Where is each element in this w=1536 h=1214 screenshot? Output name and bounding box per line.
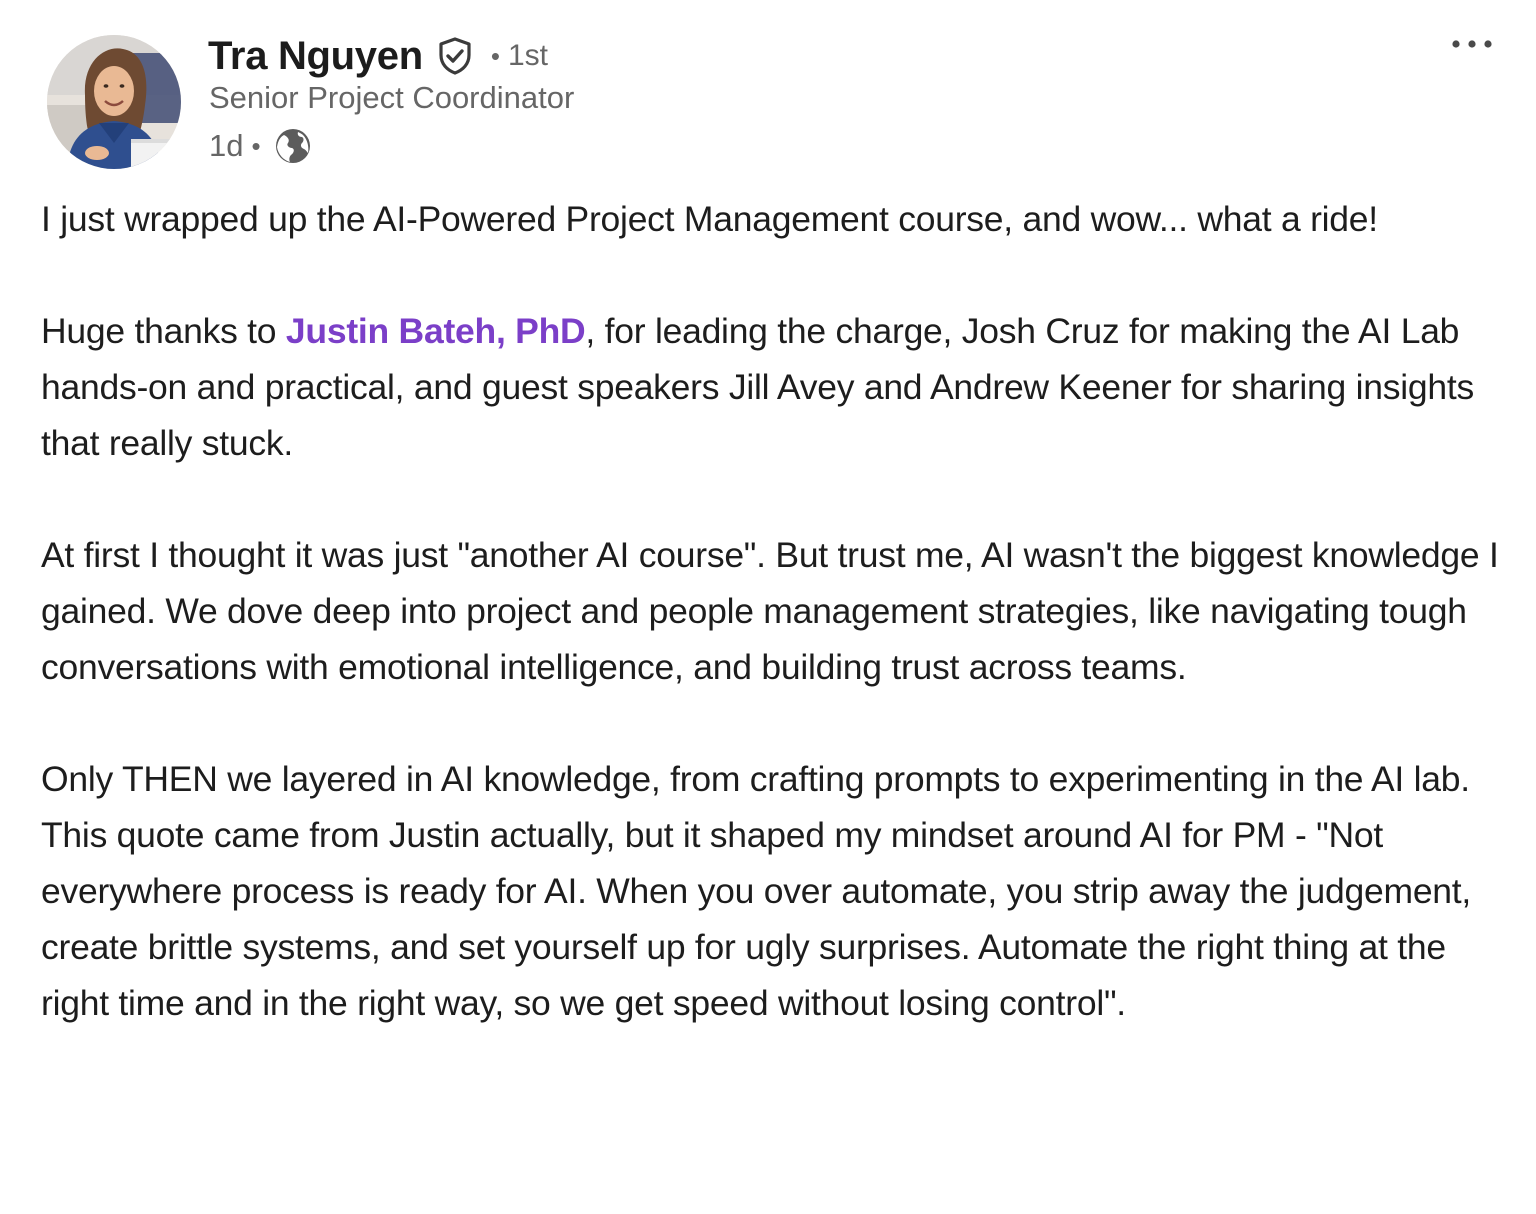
- verified-shield-icon: [435, 36, 475, 76]
- post-paragraph-4: Only THEN we layered in AI knowledge, fr…: [41, 759, 1472, 1023]
- ellipsis-icon: [1452, 40, 1492, 48]
- globe-icon: [273, 126, 313, 166]
- author-name[interactable]: Tra Nguyen: [208, 34, 423, 79]
- meta-separator: •: [251, 130, 261, 161]
- mention-link[interactable]: Justin Bateh, PhD: [286, 311, 586, 351]
- post-paragraph-1: I just wrapped up the AI-Powered Project…: [41, 199, 1378, 239]
- more-options-button[interactable]: [1444, 26, 1500, 62]
- connection-degree: 1st: [507, 39, 548, 72]
- post-body: I just wrapped up the AI-Powered Project…: [41, 191, 1511, 1031]
- paragraph-2-intro: Huge thanks to: [41, 311, 286, 351]
- post-paragraph-2: Huge thanks to Justin Bateh, PhD, for le…: [41, 303, 1511, 471]
- author-headline: Senior Project Coordinator: [209, 80, 575, 115]
- post-timestamp: 1d: [209, 128, 244, 163]
- author-avatar[interactable]: [47, 35, 181, 169]
- degree-separator: •: [490, 40, 500, 71]
- author-name-row: Tra Nguyen • 1st: [208, 28, 548, 84]
- feed-post: Tra Nguyen • 1st Senior Project Coordina…: [0, 0, 1536, 1214]
- post-meta: 1d •: [209, 124, 313, 168]
- avatar-photo: [47, 35, 181, 169]
- post-paragraph-3: At first I thought it was just "another …: [41, 535, 1499, 687]
